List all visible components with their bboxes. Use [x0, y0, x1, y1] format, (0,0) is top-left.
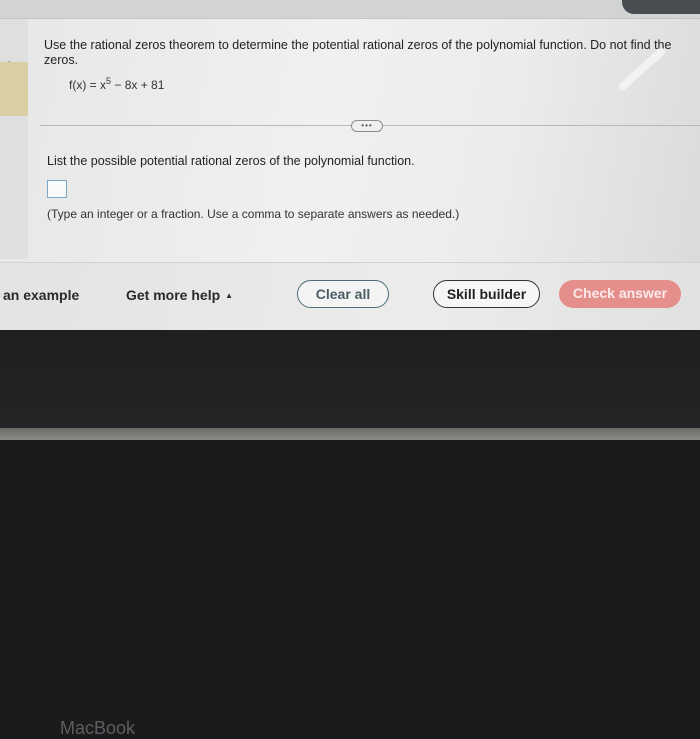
answer-prompt: List the possible potential rational zer… — [47, 154, 415, 168]
answer-hint: (Type an integer or a fraction. Use a co… — [47, 207, 460, 221]
left-accent-strip — [0, 62, 28, 116]
view-example-link[interactable]: an example — [3, 287, 79, 303]
get-more-help-label: Get more help — [126, 287, 221, 303]
answer-input[interactable] — [47, 180, 67, 198]
question-line-2: zeros. — [44, 53, 79, 67]
laptop-base — [0, 428, 700, 440]
caret-up-icon: ▲ — [225, 291, 234, 300]
laptop-bezel: MacBook — [0, 330, 700, 738]
equation-rhs: − 8x + 81 — [111, 78, 165, 92]
equation-lhs: f(x) = x — [69, 78, 107, 92]
clear-all-button[interactable]: Clear all — [297, 280, 389, 308]
save-button[interactable] — [622, 0, 700, 14]
left-gutter: ← — [0, 19, 28, 259]
top-toolbar — [0, 0, 700, 19]
question-line-1: Use the rational zeros theorem to determ… — [44, 38, 672, 52]
browser-screen: ← Use the rational zeros theorem to dete… — [0, 0, 700, 330]
expand-more-button[interactable]: ••• — [351, 120, 383, 132]
check-answer-button[interactable]: Check answer — [559, 280, 681, 308]
polynomial-equation: f(x) = x5 − 8x + 81 — [69, 76, 164, 92]
device-label: MacBook — [60, 718, 136, 738]
get-more-help-link[interactable]: Get more help ▲ — [126, 287, 233, 303]
question-text: Use the rational zeros theorem to determ… — [44, 38, 700, 68]
skill-builder-button[interactable]: Skill builder — [433, 280, 540, 308]
